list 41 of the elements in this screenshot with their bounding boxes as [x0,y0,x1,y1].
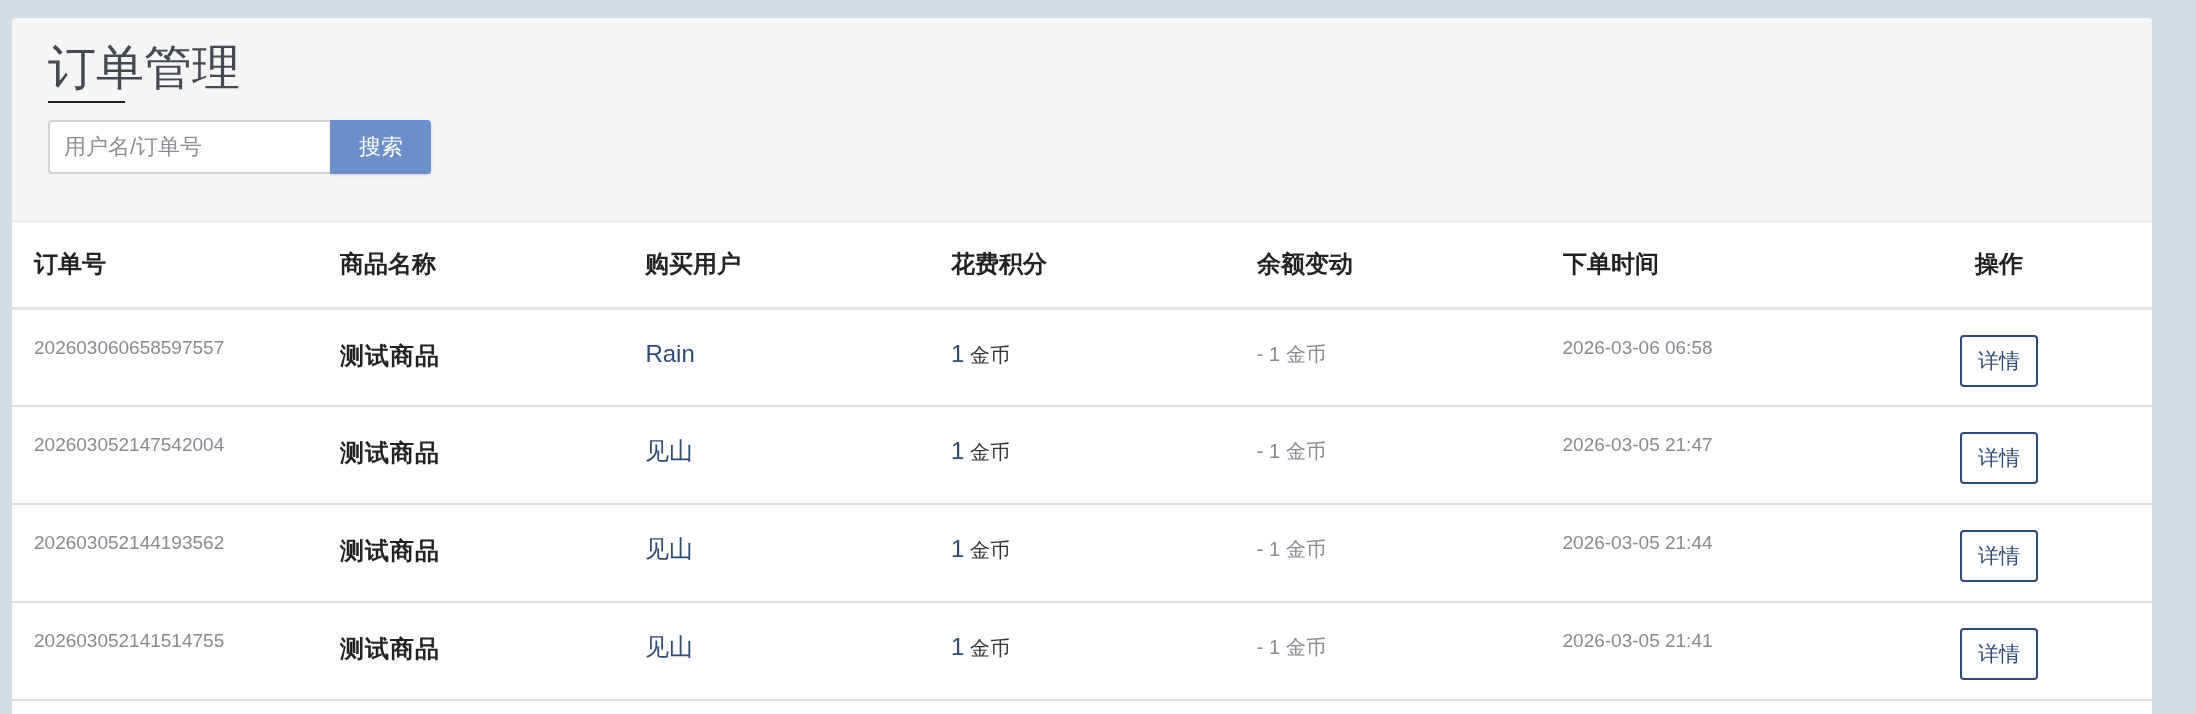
balance-change: - 1 金币 [1256,341,1326,367]
points-amount: 1 [951,534,965,564]
order-number: 202603052147542004 [34,433,225,457]
product-name: 测试商品 [339,536,440,566]
user-link[interactable]: 见山 [645,531,694,567]
column-header: 下单时间 [1540,222,1847,308]
points-unit: 金币 [970,538,1011,563]
column-header: 订单号 [12,222,318,308]
balance-change: - 1 金币 [1256,635,1326,660]
column-header: 余额变动 [1234,222,1541,308]
points-unit: 金币 [970,636,1011,661]
column-header: 商品名称 [317,222,624,308]
details-button[interactable]: 详情 [1960,530,2039,582]
balance-change: - 1 金币 [1256,439,1326,464]
details-button[interactable]: 详情 [1960,334,2039,387]
order-time: 2026-03-05 21:47 [1562,433,1713,457]
column-header: 花费积分 [929,222,1235,308]
search-field[interactable]: 用户名/订单号 [48,120,330,174]
order-number: 202603060658597557 [34,335,225,360]
points-amount: 1 [951,632,965,662]
order-number: 202603052144193562 [34,531,225,555]
product-name: 测试商品 [339,438,440,468]
points-amount: 1 [951,436,965,466]
order-time: 2026-03-05 21:41 [1562,629,1713,653]
order-number: 202603052141514755 [34,629,225,653]
user-link[interactable]: 见山 [645,433,694,469]
points-amount: 1 [951,338,965,369]
column-header: 操作 [1846,222,2152,308]
details-button[interactable]: 详情 [1960,432,2039,484]
order-time: 2026-03-06 06:58 [1562,335,1713,360]
product-name: 测试商品 [339,634,440,664]
user-link[interactable]: 见山 [645,629,694,665]
page-title: 订单管理 [48,38,240,103]
balance-change: - 1 金币 [1256,537,1326,562]
details-button[interactable]: 详情 [1960,628,2039,680]
order-time: 2026-03-05 21:44 [1562,531,1713,555]
points-unit: 金币 [970,440,1011,465]
points-unit: 金币 [970,342,1011,368]
user-link[interactable]: Rain [645,335,695,372]
product-name: 测试商品 [339,340,440,371]
column-header: 购买用户 [623,222,930,308]
